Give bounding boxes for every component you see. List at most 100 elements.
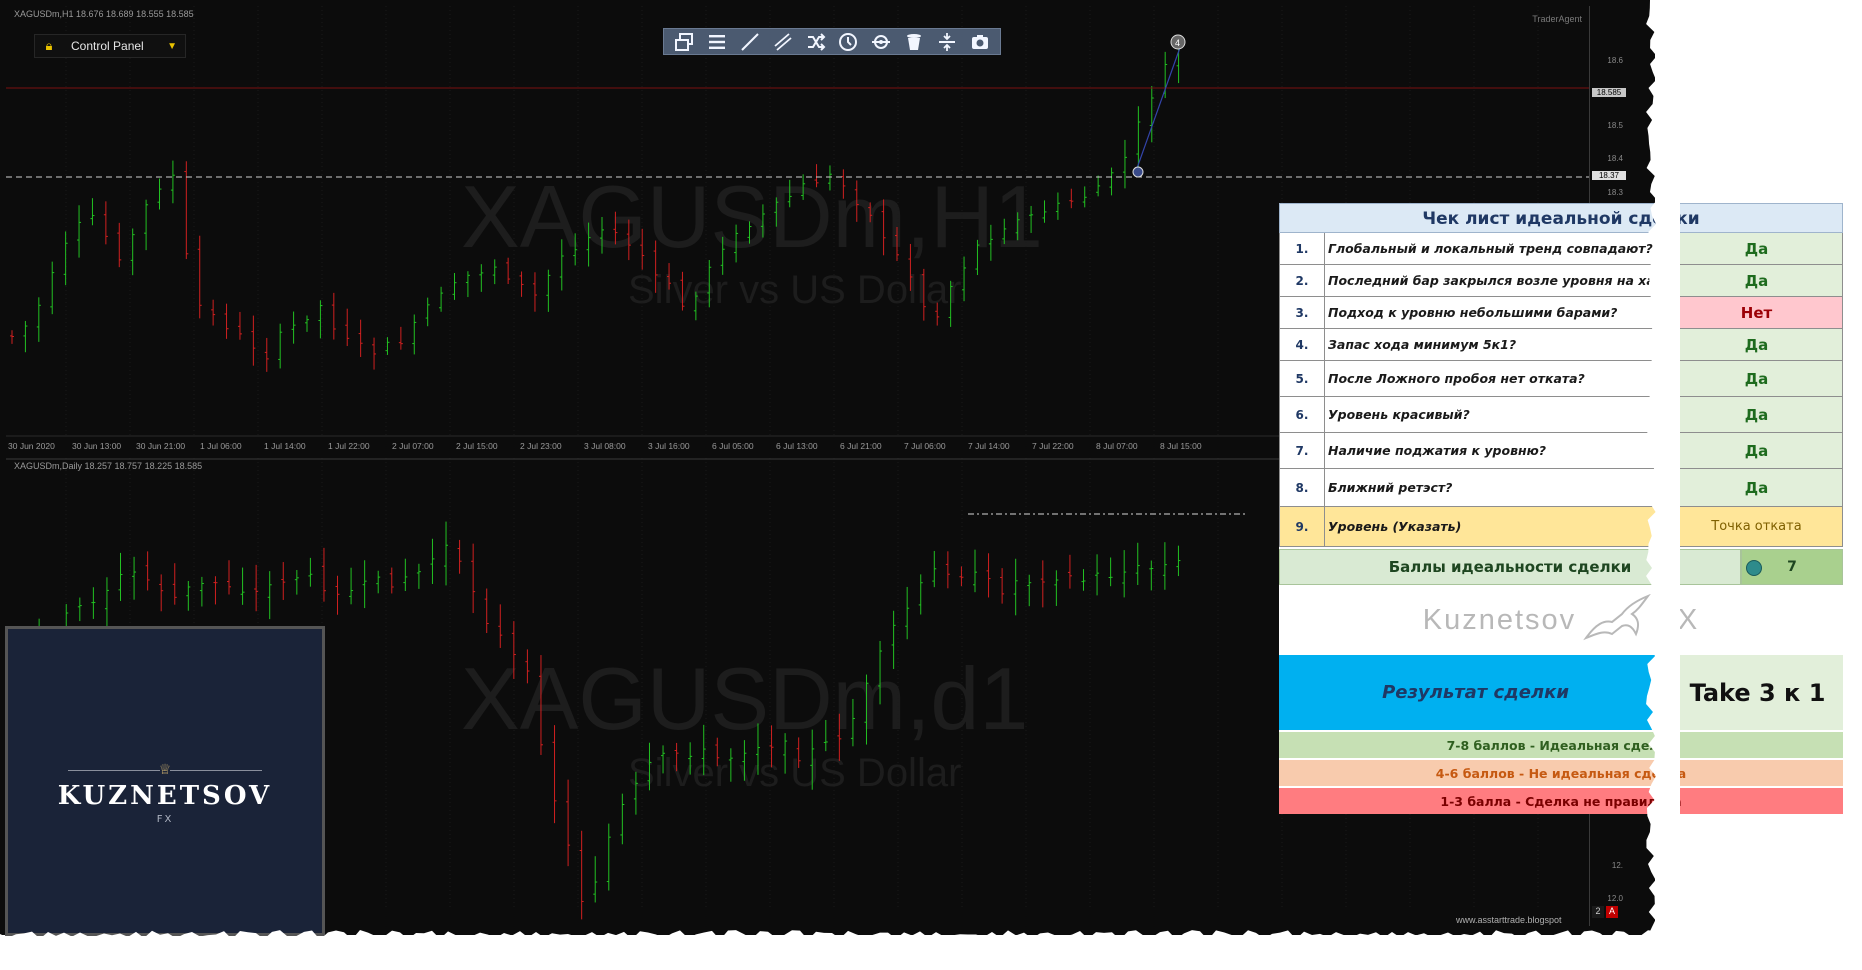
legend-not-ideal: 4-6 баллов - Не идеальная сделка (1279, 760, 1843, 786)
hline-icon[interactable] (935, 31, 959, 53)
candle (251, 315, 256, 366)
row-question: Запас хода минимум 5к1? (1325, 329, 1671, 360)
candle (755, 723, 760, 775)
candle (1135, 542, 1140, 585)
candle (349, 567, 354, 605)
candle (1122, 139, 1127, 189)
candle (935, 302, 940, 326)
candle (769, 725, 774, 768)
channel-icon[interactable] (771, 31, 795, 53)
candle (1108, 557, 1113, 587)
row-number: 2. (1280, 265, 1325, 296)
row-number: 1. (1280, 233, 1325, 264)
row-number: 7. (1280, 433, 1325, 468)
camera-icon[interactable] (968, 31, 992, 53)
price-tick: 12.0 (1607, 894, 1623, 903)
shuffle-icon[interactable] (804, 31, 828, 53)
candle (972, 549, 977, 593)
candle (801, 174, 806, 200)
time-tick: 6 Jul 13:00 (776, 441, 818, 451)
candle (1027, 574, 1032, 607)
result-value: Take 3 к 1 (1672, 655, 1843, 730)
trash-icon[interactable] (902, 31, 926, 53)
candle (579, 830, 584, 920)
price-tick: 18.5 (1607, 121, 1623, 130)
checklist-row: 5. После Ложного пробоя нет отката? Да (1279, 361, 1843, 397)
candle (546, 269, 551, 312)
price-tick: 12. (1611, 861, 1623, 870)
candle (620, 793, 625, 845)
level-price-tag: 18.37 (1592, 171, 1626, 180)
row-question: Глобальный и локальный тренд совпадают? (1325, 233, 1671, 264)
row-number: 9. (1280, 507, 1325, 546)
candle (948, 280, 953, 327)
candle (827, 165, 832, 191)
candle (331, 292, 336, 340)
candle (1163, 51, 1168, 99)
candle (1013, 558, 1018, 616)
candle (281, 562, 286, 600)
trend-line (1135, 41, 1183, 172)
logo-brand: KUZNETSOV (57, 781, 273, 811)
control-panel-dropdown[interactable]: 🔒︎ Control Panel ▼ (34, 34, 186, 58)
candle (921, 268, 926, 321)
time-tick: 1 Jul 06:00 (200, 441, 242, 451)
candle (199, 576, 204, 607)
time-tick: 30 Jun 2020 (8, 441, 55, 451)
kuznetsov-logo-box: ♕ KUZNETSOV FX (5, 626, 325, 936)
candle (479, 264, 484, 292)
candle (1081, 569, 1086, 591)
candle (986, 553, 991, 598)
candle (444, 521, 449, 586)
candle (321, 547, 326, 602)
menu-icon[interactable] (705, 31, 729, 53)
time-tick: 7 Jul 22:00 (1032, 441, 1074, 451)
target-icon[interactable] (869, 31, 893, 53)
candle (1109, 167, 1114, 196)
candle (23, 320, 28, 353)
trendline-icon[interactable] (738, 31, 762, 53)
candle (674, 742, 679, 772)
divider (170, 770, 262, 771)
time-tick: 8 Jul 07:00 (1096, 441, 1138, 451)
candle (172, 563, 177, 605)
candle (224, 303, 229, 339)
candle (425, 297, 430, 327)
checklist-row: 8. Ближний ретэст? Да (1279, 469, 1843, 507)
row-number: 5. (1280, 361, 1325, 396)
candle (774, 197, 779, 227)
candle (1176, 545, 1181, 577)
candle (525, 649, 530, 684)
legend-wrong: 1-3 балла - Сделка не правильна (1279, 788, 1843, 814)
candle (77, 597, 82, 622)
candle (959, 566, 964, 587)
candle (814, 164, 819, 188)
candle (197, 235, 202, 319)
row-answer: Да (1671, 433, 1842, 468)
row-question: Последний бар закрылся возле уровня на х… (1325, 265, 1671, 296)
candle (36, 297, 41, 342)
candle (416, 563, 421, 589)
price-tick: 18.3 (1607, 188, 1623, 197)
windows-icon[interactable] (672, 31, 696, 53)
candle (1149, 560, 1154, 591)
candle (1055, 192, 1060, 220)
candle (661, 745, 666, 774)
candle (613, 211, 618, 245)
candle (1082, 186, 1087, 208)
candle (498, 604, 503, 648)
result-row: Результат сделки Take 3 к 1 (1279, 655, 1843, 730)
candle (837, 713, 842, 761)
h1-chart-title: XAGUSDm,H1 18.676 18.689 18.555 18.585 (14, 9, 194, 19)
candle (278, 323, 283, 369)
clock-icon[interactable] (836, 31, 860, 53)
candle (918, 574, 923, 615)
row-question: Уровень (Указать) (1325, 507, 1671, 546)
candle (144, 199, 149, 251)
candle (908, 243, 913, 291)
candle (376, 570, 381, 594)
candle (600, 217, 604, 254)
entry-marker-icon[interactable] (1132, 166, 1144, 178)
candle (237, 311, 242, 340)
candle (552, 725, 557, 824)
